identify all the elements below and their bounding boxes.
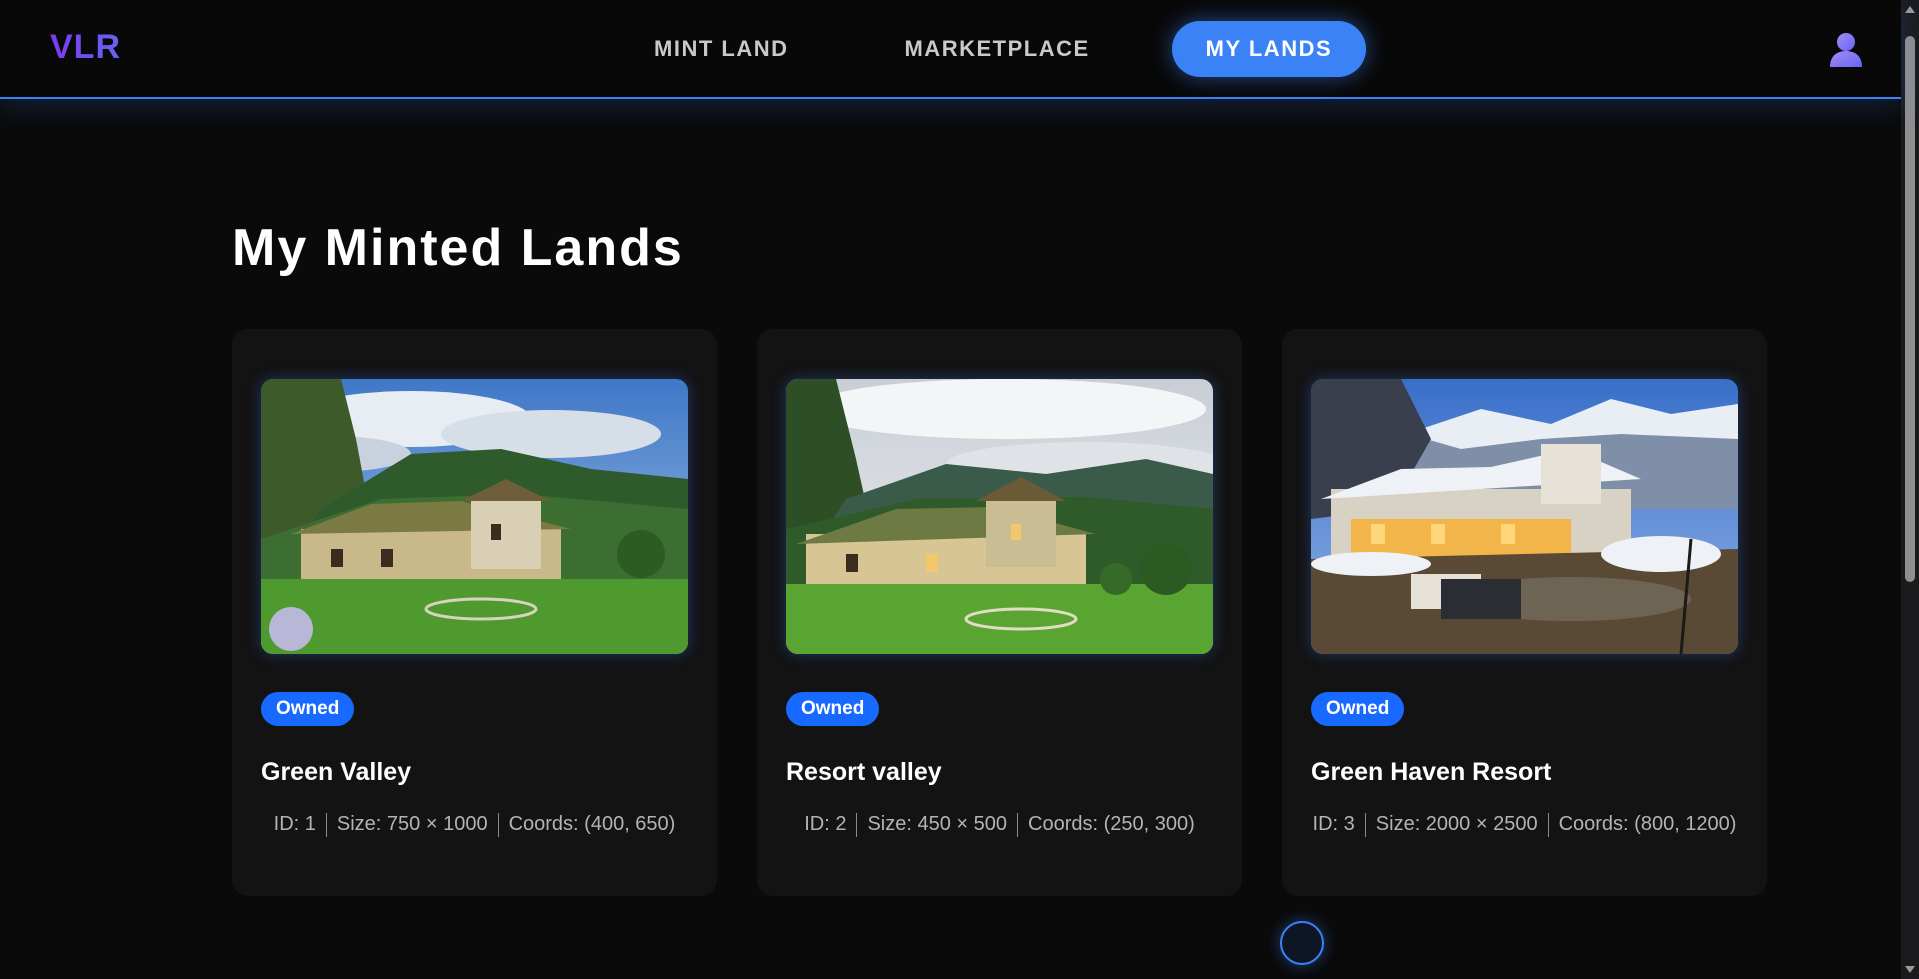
land-size: Size: 450 × 500 (867, 813, 1008, 835)
nav-marketplace[interactable]: MARKETPLACE (870, 21, 1123, 77)
floating-circle-button[interactable] (1280, 921, 1324, 965)
user-avatar-icon[interactable] (1826, 29, 1866, 69)
page-title: My Minted Lands (232, 219, 684, 277)
land-meta: ID: 1 Size: 750 × 1000 Coords: (400, 650) (261, 812, 688, 837)
land-name: Green Haven Resort (1311, 758, 1552, 786)
land-image (786, 379, 1213, 654)
land-coords: Coords: (800, 1200) (1558, 813, 1737, 835)
land-card[interactable]: Owned Resort valley ID: 2 Size: 450 × 500… (757, 329, 1242, 896)
land-size: Size: 750 × 1000 (336, 813, 488, 835)
land-size: Size: 2000 × 2500 (1375, 813, 1538, 835)
meta-divider (1017, 812, 1019, 837)
land-name: Green Valley (261, 758, 412, 786)
top-navbar: VLR MINT LAND MARKETPLACE MY LANDS (0, 0, 1901, 99)
land-name: Resort valley (786, 758, 942, 786)
land-card[interactable]: Owned Green Haven Resort ID: 3 Size: 2000… (1282, 329, 1767, 896)
meta-divider (1547, 812, 1549, 837)
meta-divider (497, 812, 499, 837)
land-image (261, 379, 688, 654)
land-card[interactable]: Owned Green Valley ID: 1 Size: 750 × 1000… (232, 329, 717, 896)
snowy-resort-dusk-photo (1311, 379, 1738, 654)
meta-divider (325, 812, 327, 837)
scrollbar[interactable] (1901, 0, 1919, 979)
user-avatar-icon-graphic (1830, 33, 1862, 67)
land-coords: Coords: (400, 650) (508, 813, 676, 835)
resort-green-valley-photo (261, 379, 688, 654)
scroll-up-arrow-icon[interactable] (1905, 6, 1915, 13)
meta-divider (856, 812, 858, 837)
land-meta: ID: 2 Size: 450 × 500 Coords: (250, 300) (786, 812, 1213, 837)
land-id: ID: 3 (1312, 813, 1355, 835)
app-logo[interactable]: VLR (50, 28, 121, 67)
meta-divider (1364, 812, 1366, 837)
main-nav: MINT LAND MARKETPLACE MY LANDS (620, 21, 1367, 77)
owned-badge: Owned (261, 692, 355, 726)
land-card-grid: Owned Green Valley ID: 1 Size: 750 × 1000… (232, 329, 1767, 896)
land-coords: Coords: (250, 300) (1028, 813, 1195, 835)
land-id: ID: 1 (273, 813, 316, 835)
nav-mint-land[interactable]: MINT LAND (620, 21, 822, 77)
scroll-down-arrow-icon[interactable] (1905, 966, 1915, 973)
land-meta: ID: 3 Size: 2000 × 2500 Coords: (800, 1200… (1311, 812, 1738, 837)
owned-badge: Owned (1311, 692, 1405, 726)
land-id: ID: 2 (804, 813, 847, 835)
owned-badge: Owned (786, 692, 880, 726)
nav-my-lands[interactable]: MY LANDS (1171, 21, 1367, 77)
scroll-thumb[interactable] (1905, 36, 1915, 582)
land-image (1311, 379, 1738, 654)
resort-valley-photo (786, 379, 1213, 654)
